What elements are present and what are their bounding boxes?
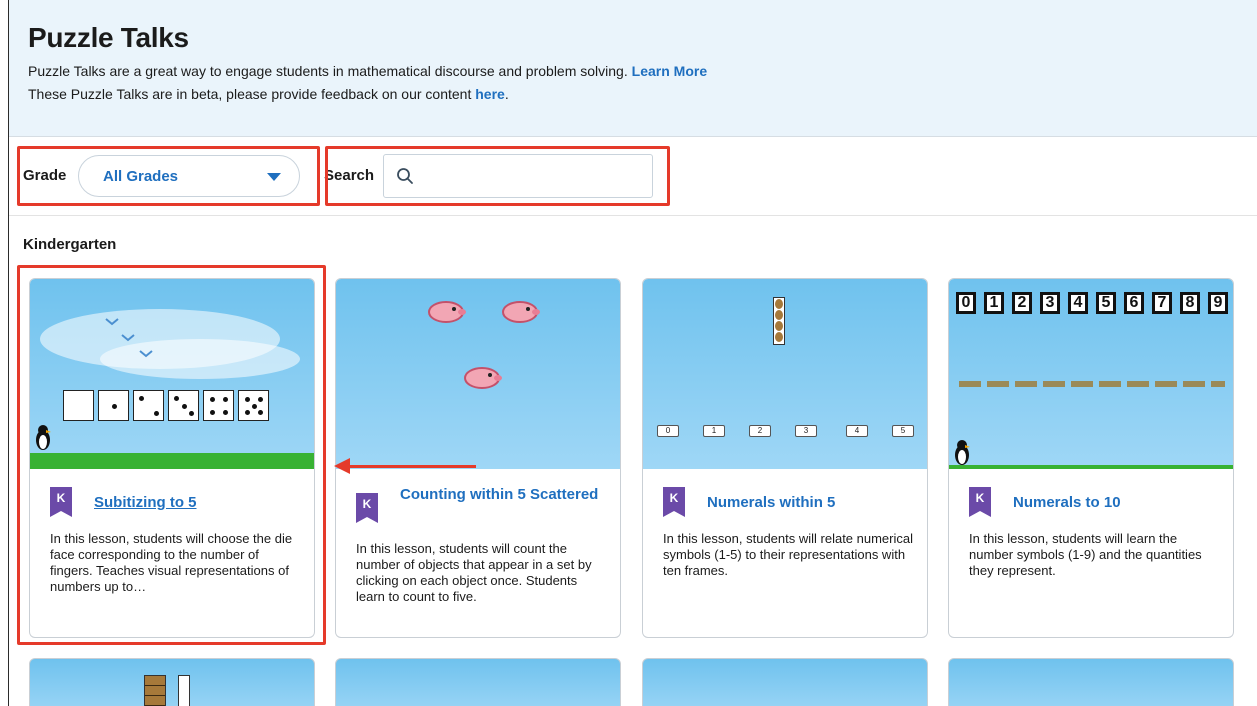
digit-tile: 3 [1040, 292, 1060, 314]
pig-icon [502, 301, 540, 323]
lesson-title-link[interactable]: Counting within 5 Scattered [400, 485, 600, 504]
lesson-thumbnail [30, 279, 314, 469]
ten-frame [144, 675, 166, 706]
grade-badge: K [50, 487, 72, 517]
number-choice: 2 [749, 425, 771, 437]
search-input[interactable] [383, 154, 653, 198]
lesson-card-row2-1[interactable] [29, 658, 315, 706]
page-header: Puzzle Talks Puzzle Talks are a great wa… [9, 0, 1257, 137]
beta-line: These Puzzle Talks are in beta, please p… [28, 86, 1257, 103]
digit-tile: 4 [1068, 292, 1088, 314]
lesson-title-link[interactable]: Subitizing to 5 [94, 493, 294, 512]
digit-text: 5 [1099, 295, 1113, 311]
lesson-description: In this lesson, students will relate num… [663, 531, 914, 578]
digit-tile: 0 [956, 292, 976, 314]
lesson-card-numerals-10[interactable]: K Numerals to 10 In this lesson, student… [948, 278, 1234, 638]
grade-badge: K [663, 487, 685, 517]
intro-line: Puzzle Talks are a great way to engage s… [28, 63, 1257, 80]
learn-more-link[interactable]: Learn More [632, 63, 707, 79]
penguin-icon [36, 425, 51, 450]
digit-tile: 9 [1208, 292, 1228, 314]
page-title: Puzzle Talks [28, 22, 189, 53]
lesson-card-numerals-5[interactable]: K Numerals within 5 In this lesson, stud… [642, 278, 928, 638]
search-label: Search [324, 167, 375, 184]
ten-frame [178, 675, 190, 706]
lesson-card-counting[interactable]: K Counting within 5 Scattered In this le… [335, 278, 621, 638]
lesson-title-link[interactable]: Numerals within 5 [707, 493, 907, 512]
penguin-icon [955, 440, 970, 465]
lesson-thumbnail [336, 279, 620, 469]
digit-tile: 7 [1152, 292, 1172, 314]
digit-text: 8 [1183, 295, 1197, 311]
number-choice: 5 [892, 425, 914, 437]
search-icon [397, 168, 413, 184]
filter-divider [9, 215, 1257, 216]
bird-icon [105, 318, 153, 358]
digit-text: 2 [1015, 295, 1029, 311]
die-face-1 [63, 390, 94, 421]
counter-row [959, 381, 1225, 387]
digit-text: 9 [1211, 295, 1225, 311]
number-choice: 1 [703, 425, 725, 437]
lesson-description: In this lesson, students will choose the… [50, 531, 293, 594]
digit-text: 3 [1043, 295, 1057, 311]
digit-text: 1 [987, 295, 1001, 311]
section-title-kindergarten: Kindergarten [23, 236, 117, 253]
pig-icon [464, 367, 502, 389]
grass-ground [30, 453, 314, 469]
intro-text: Puzzle Talks are a great way to engage s… [28, 63, 628, 79]
die-face-3 [133, 390, 164, 421]
lesson-thumbnail [643, 279, 927, 469]
lesson-title-link[interactable]: Numerals to 10 [1013, 493, 1213, 512]
digit-tile: 6 [1124, 292, 1144, 314]
lesson-card-row2-2[interactable] [335, 658, 621, 706]
lesson-description: In this lesson, students will learn the … [969, 531, 1202, 578]
digit-text: 6 [1127, 295, 1141, 311]
pig-icon [428, 301, 466, 323]
ten-frame [773, 297, 785, 345]
digit-text: 4 [1071, 295, 1085, 311]
number-choice: 0 [657, 425, 679, 437]
lesson-card-subitizing[interactable]: K Subitizing to 5 In this lesson, studen… [29, 278, 315, 638]
digit-tile: 2 [1012, 292, 1032, 314]
lesson-card-row2-4[interactable] [948, 658, 1234, 706]
grade-label: Grade [23, 167, 67, 184]
caret-down-icon [267, 173, 281, 181]
grade-selected-value: All Grades [103, 168, 179, 185]
grade-select[interactable]: All Grades [78, 155, 300, 197]
digit-text: 0 [959, 295, 973, 311]
annotation-arrow-head [334, 458, 350, 474]
annotation-arrow [348, 465, 476, 468]
die-face-4 [168, 390, 199, 421]
lesson-card-row2-3[interactable] [642, 658, 928, 706]
number-choice: 3 [795, 425, 817, 437]
digit-tile: 1 [984, 292, 1004, 314]
die-face-5 [203, 390, 234, 421]
grade-badge: K [356, 493, 378, 523]
header-panel: Puzzle Talks Puzzle Talks are a great wa… [9, 0, 1257, 137]
beta-period: . [504, 86, 509, 102]
digit-tile: 5 [1096, 292, 1116, 314]
digit-text: 7 [1155, 295, 1169, 311]
die-face-2 [98, 390, 129, 421]
feedback-link[interactable]: here [475, 86, 505, 102]
grass-ground [949, 465, 1233, 469]
number-choice: 4 [846, 425, 868, 437]
grade-badge: K [969, 487, 991, 517]
die-face-6 [238, 390, 269, 421]
digit-tile: 8 [1180, 292, 1200, 314]
beta-text: These Puzzle Talks are in beta, please p… [28, 86, 472, 102]
lesson-description: In this lesson, students will count the … [356, 541, 592, 604]
